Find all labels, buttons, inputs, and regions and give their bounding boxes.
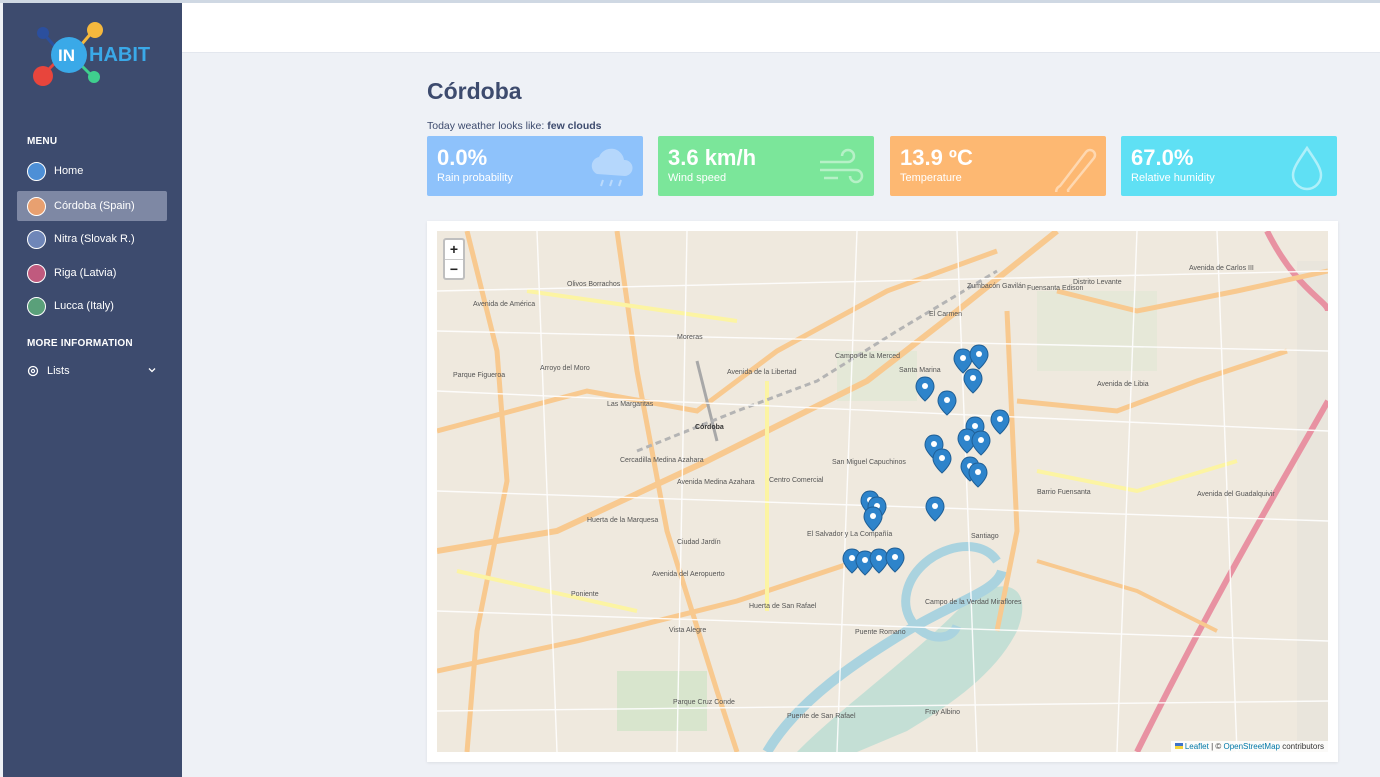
sidebar-item-nitra[interactable]: Nitra (Slovak R.) bbox=[17, 224, 167, 254]
leaflet-link[interactable]: Leaflet bbox=[1185, 742, 1209, 751]
card-value: 3.6 km/h bbox=[668, 145, 757, 170]
weather-summary: Today weather looks like: few clouds bbox=[427, 120, 602, 132]
zoom-out-button[interactable]: − bbox=[445, 259, 463, 278]
top-header-bar bbox=[182, 3, 1380, 53]
nitra-icon bbox=[27, 229, 46, 249]
zoom-control: + − bbox=[443, 238, 465, 280]
map-panel: Córdoba El Carmen Zumbacón Gavilán Fuens… bbox=[427, 221, 1338, 762]
cordoba-icon bbox=[27, 196, 46, 216]
temperature-card: 13.9 ºC Temperature bbox=[890, 136, 1106, 196]
card-value: 0.0% bbox=[437, 145, 488, 170]
location-marker-icon[interactable] bbox=[969, 344, 989, 370]
sidebar-item-label: Home bbox=[54, 165, 84, 177]
thermometer-icon bbox=[1055, 148, 1097, 192]
ukraine-flag-icon bbox=[1174, 743, 1183, 749]
droplet-icon bbox=[1291, 145, 1323, 191]
location-marker-icon[interactable] bbox=[937, 390, 957, 416]
map-attribution: Leaflet | © OpenStreetMap contributors bbox=[1170, 741, 1328, 752]
home-icon bbox=[27, 161, 46, 181]
attribution-separator: | © bbox=[1208, 742, 1224, 751]
sidebar: IN HABIT MENU Home Córdoba (Spain) Nitra… bbox=[3, 3, 182, 777]
wind-icon bbox=[820, 148, 864, 184]
card-value: 67.0% bbox=[1131, 145, 1194, 170]
rain-probability-card: 0.0% Rain probability bbox=[427, 136, 643, 196]
gear-icon bbox=[27, 365, 39, 377]
logo-text-in: IN bbox=[58, 46, 75, 65]
location-marker-icon[interactable] bbox=[963, 368, 983, 394]
location-marker-icon[interactable] bbox=[863, 506, 883, 532]
chevron-down-icon bbox=[147, 365, 157, 378]
openstreetmap-link[interactable]: OpenStreetMap bbox=[1223, 742, 1279, 751]
page-title: Córdoba bbox=[427, 78, 522, 104]
location-marker-icon[interactable] bbox=[915, 376, 935, 402]
more-information-title: MORE INFORMATION bbox=[27, 338, 133, 349]
location-marker-icon[interactable] bbox=[925, 496, 945, 522]
weather-prefix: Today weather looks like: bbox=[427, 120, 548, 132]
sidebar-item-cordoba[interactable]: Córdoba (Spain) bbox=[17, 191, 167, 221]
lucca-icon bbox=[27, 296, 46, 316]
card-label: Rain probability bbox=[437, 172, 513, 184]
weather-description: few clouds bbox=[547, 120, 602, 132]
sidebar-item-lists[interactable]: Lists bbox=[17, 356, 167, 386]
location-marker-icon[interactable] bbox=[869, 548, 889, 574]
card-value: 13.9 ºC bbox=[900, 145, 973, 170]
card-label: Wind speed bbox=[668, 172, 727, 184]
sidebar-item-lucca[interactable]: Lucca (Italy) bbox=[17, 291, 167, 321]
location-marker-icon[interactable] bbox=[968, 462, 988, 488]
zoom-in-button[interactable]: + bbox=[445, 240, 463, 259]
sidebar-item-label: Nitra (Slovak R.) bbox=[54, 233, 135, 245]
cloud-rain-icon bbox=[591, 148, 633, 187]
inhabit-logo[interactable]: IN HABIT bbox=[29, 21, 159, 91]
relative-humidity-card: 67.0% Relative humidity bbox=[1121, 136, 1337, 196]
riga-icon bbox=[27, 263, 46, 283]
location-marker-icon[interactable] bbox=[932, 448, 952, 474]
card-label: Relative humidity bbox=[1131, 172, 1215, 184]
sidebar-item-label: Córdoba (Spain) bbox=[54, 200, 135, 212]
logo-text-habit: HABIT bbox=[89, 44, 150, 66]
sidebar-item-riga[interactable]: Riga (Latvia) bbox=[17, 258, 167, 288]
city-map[interactable]: Córdoba El Carmen Zumbacón Gavilán Fuens… bbox=[437, 231, 1328, 752]
sidebar-item-label: Riga (Latvia) bbox=[54, 267, 117, 279]
location-marker-icon[interactable] bbox=[971, 430, 991, 456]
marker-layer bbox=[842, 344, 1010, 576]
sidebar-item-home[interactable]: Home bbox=[17, 156, 167, 186]
attribution-tail: contributors bbox=[1279, 742, 1324, 751]
menu-title: MENU bbox=[27, 136, 58, 147]
card-label: Temperature bbox=[900, 172, 962, 184]
wind-speed-card: 3.6 km/h Wind speed bbox=[658, 136, 874, 196]
sidebar-item-label: Lists bbox=[47, 365, 70, 377]
sidebar-item-label: Lucca (Italy) bbox=[54, 300, 114, 312]
location-marker-icon[interactable] bbox=[990, 409, 1010, 435]
location-marker-icon[interactable] bbox=[885, 547, 905, 573]
